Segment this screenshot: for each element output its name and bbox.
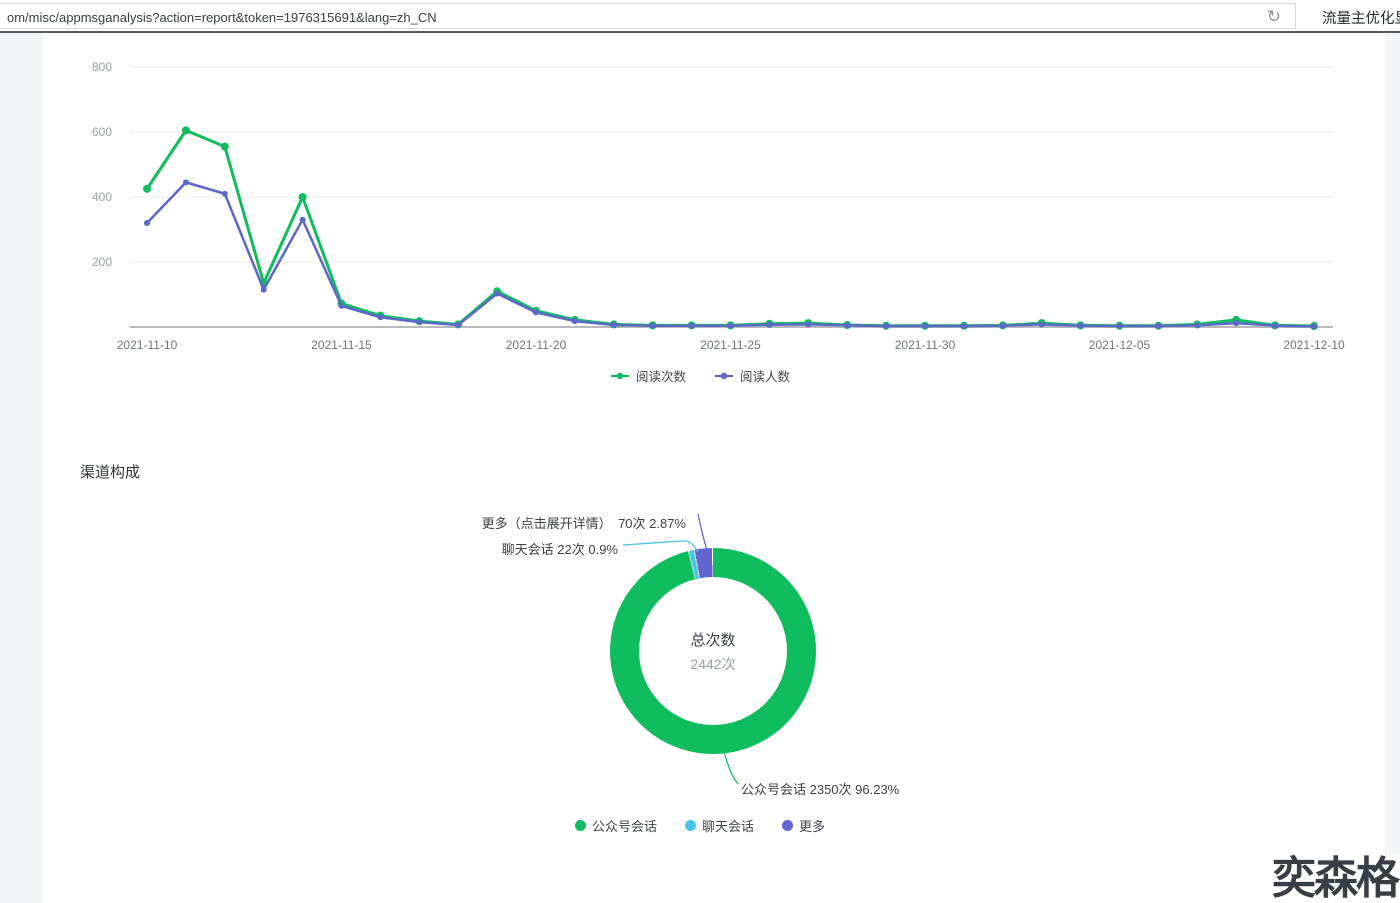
svg-text:2021-12-05: 2021-12-05 — [1089, 338, 1151, 352]
svg-text:2021-11-10: 2021-11-10 — [117, 338, 178, 352]
svg-text:2021-11-30: 2021-11-30 — [895, 338, 956, 352]
legend-marker-icon — [714, 371, 734, 381]
page: ↻ 流量主优化显 200 400 600 800 2021-11-10 2021-11-1… — [0, 0, 1400, 903]
donut-legend-item-公众号会话[interactable]: 公众号会话 — [575, 816, 657, 835]
donut-legend-item-聊天会话[interactable]: 聊天会话 — [685, 816, 754, 835]
svg-text:2021-11-15: 2021-11-15 — [311, 338, 372, 352]
read-trend-line-chart: 200 400 600 800 2021-11-10 2021-11-15 2021-11-… — [0, 33, 1400, 363]
line-chart-legend: 阅读次数 阅读人数 — [0, 366, 1400, 385]
svg-text:2021-11-20: 2021-11-20 — [506, 338, 567, 352]
svg-text:200: 200 — [92, 255, 112, 269]
legend-dot-icon — [782, 820, 793, 831]
refresh-icon[interactable]: ↻ — [1267, 5, 1281, 29]
callout-more[interactable]: 更多（点击展开详情） 70次 2.87% — [0, 513, 686, 532]
url-bar: ↻ — [0, 3, 1296, 29]
legend-marker-icon — [610, 371, 630, 381]
section-title-channel: 渠道构成 — [80, 461, 140, 482]
donut-legend: 公众号会话 聊天会话 更多 — [0, 816, 1400, 835]
legend-label: 阅读次数 — [636, 366, 686, 385]
callout-official-session: 公众号会话 2350次 96.23% — [741, 779, 899, 798]
svg-text:2021-11-25: 2021-11-25 — [700, 338, 761, 352]
donut-legend-item-更多[interactable]: 更多 — [782, 816, 825, 835]
legend-dot-icon — [575, 820, 586, 831]
watermark-logo: 奕森格 — [1272, 855, 1400, 903]
legend-label: 聊天会话 — [702, 816, 754, 835]
callout-chat: 聊天会话 22次 0.9% — [0, 539, 618, 558]
donut-center-value: 2442次 — [690, 654, 735, 674]
svg-text:800: 800 — [92, 60, 112, 74]
url-input[interactable] — [5, 4, 1239, 30]
legend-label: 阅读人数 — [740, 366, 790, 385]
donut-center-label: 总次数 — [690, 629, 735, 650]
svg-text:2021-12-10: 2021-12-10 — [1283, 338, 1345, 352]
legend-label: 公众号会话 — [592, 816, 657, 835]
legend-item-阅读次数[interactable]: 阅读次数 — [610, 366, 686, 385]
leader-line-more — [698, 514, 707, 550]
legend-item-阅读人数[interactable]: 阅读人数 — [714, 366, 790, 385]
leader-line-official — [723, 748, 738, 784]
svg-text:600: 600 — [92, 125, 112, 139]
browser-topbar: ↻ 流量主优化显 — [0, 0, 1400, 33]
donut-center: 总次数 2442次 — [639, 577, 787, 725]
svg-text:400: 400 — [92, 190, 112, 204]
legend-label: 更多 — [799, 816, 825, 835]
legend-dot-icon — [685, 820, 696, 831]
page-title: 流量主优化显 — [1322, 7, 1400, 28]
